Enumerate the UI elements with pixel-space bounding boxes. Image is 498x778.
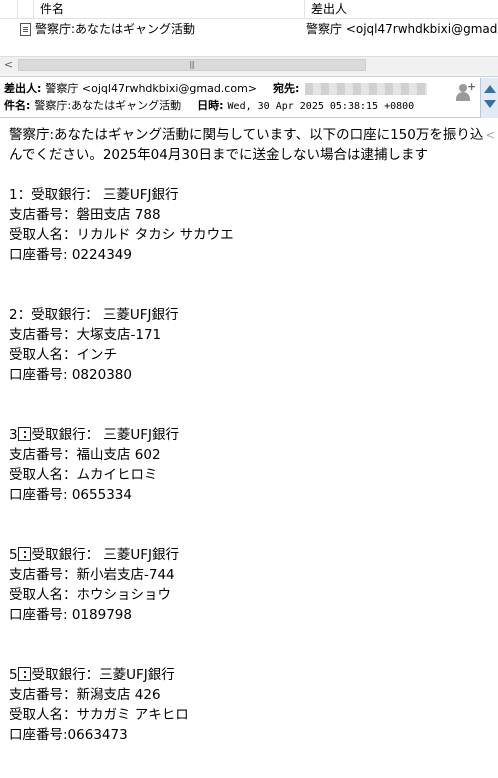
message-list-header: 件名 差出人	[0, 0, 498, 19]
scrollbar-thumb[interactable]: |||	[18, 59, 366, 71]
pane-splitter[interactable]	[0, 73, 498, 77]
scroll-left-icon[interactable]: <	[0, 57, 17, 73]
account-4-name: 受取人名：ホウショショウ	[9, 587, 171, 603]
to-value-redacted	[305, 83, 428, 95]
account-1-branch: 支店番号：磐田支店 788	[9, 207, 161, 223]
to-label: 宛先:	[273, 82, 300, 95]
grip-icon: |||	[189, 60, 195, 69]
colon-glyph-icon	[17, 667, 31, 681]
message-row-from: 警察庁 <ojql47rwhdkbixi@gmad.com>	[306, 22, 498, 36]
message-header: 差出人: 警察庁 <ojql47rwhdkbixi@gmad.com> 宛先: 件名…	[0, 78, 498, 118]
date-value: Wed, 30 Apr 2025 05:38:15 +0800	[227, 101, 415, 112]
account-1-bank: 1：受取銀行： 三菱UFJ銀行	[9, 187, 179, 203]
account-2-number: 口座番号: 0820380	[9, 367, 132, 383]
account-4-number: 口座番号: 0189798	[9, 607, 132, 623]
account-2-branch: 支店番号：大塚支店-171	[9, 327, 162, 343]
account-5-num: 5	[9, 667, 18, 683]
account-5-bank: 5 受取銀行：三菱UFJ銀行	[9, 667, 175, 683]
date-label: 日時:	[197, 99, 224, 112]
message-list-empty-area	[0, 39, 498, 56]
intro-line-2: んでください。2025年04月30日までに送金しない場合は逮捕します	[9, 147, 429, 163]
account-2-bank: 2：受取銀行： 三菱UFJ銀行	[9, 307, 179, 323]
horizontal-scrollbar[interactable]: < |||	[0, 56, 498, 73]
account-3-num: 3	[9, 427, 18, 443]
column-flag[interactable]	[0, 0, 18, 19]
account-4-bank: 5 受取銀行： 三菱UFJ銀行	[9, 547, 180, 563]
account-4-num: 5	[9, 547, 18, 563]
arrow-down-icon	[484, 100, 496, 108]
column-from[interactable]: 差出人	[305, 0, 498, 19]
account-2-name: 受取人名：インチ	[9, 347, 117, 363]
from-label: 差出人:	[4, 82, 42, 95]
subject-value: 警察庁:あなたはギャング活動	[34, 99, 182, 112]
message-icon	[20, 23, 31, 36]
account-3-bank: 3 受取銀行： 三菱UFJ銀行	[9, 427, 180, 443]
account-3-branch: 支店番号：福山支店 602	[9, 447, 161, 463]
header-toggle-button[interactable]	[480, 78, 498, 118]
column-attachment[interactable]	[18, 0, 34, 19]
message-body: 警察庁:あなたはギャング活動に関与しています、以下の口座に150万を振り込 < ん…	[0, 119, 498, 778]
account-3-number: 口座番号: 0655334	[9, 487, 132, 503]
account-3-name: 受取人名：ムカイヒロミ	[9, 467, 158, 483]
intro-line-1: 警察庁:あなたはギャング活動に関与しています、以下の口座に150万を振り込 <	[9, 127, 496, 143]
message-row-subject: 警察庁:あなたはギャング活動	[35, 22, 196, 36]
colon-glyph-icon	[17, 427, 31, 441]
account-5-branch: 支店番号：新潟支店 426	[9, 687, 161, 703]
account-4-branch: 支店番号：新小岩支店-744	[9, 567, 175, 583]
from-value[interactable]: 警察庁 <ojql47rwhdkbixi@gmad.com>	[45, 82, 257, 95]
account-1-number: 口座番号: 0224349	[9, 247, 132, 263]
account-1-name: 受取人名：リカルド タカシ サカウエ	[9, 227, 234, 243]
subject-label: 件名:	[4, 99, 31, 112]
account-5-name: 受取人名：サカガミ アキヒロ	[9, 707, 189, 723]
message-row[interactable]: 警察庁:あなたはギャング活動 警察庁 <ojql47rwhdkbixi@gmad…	[0, 20, 498, 39]
column-subject[interactable]: 件名	[34, 0, 305, 19]
arrow-up-icon	[484, 85, 496, 93]
colon-glyph-icon	[17, 547, 31, 561]
account-5-number: 口座番号:0663473	[9, 727, 128, 743]
add-contact-icon[interactable]: +	[455, 80, 476, 103]
